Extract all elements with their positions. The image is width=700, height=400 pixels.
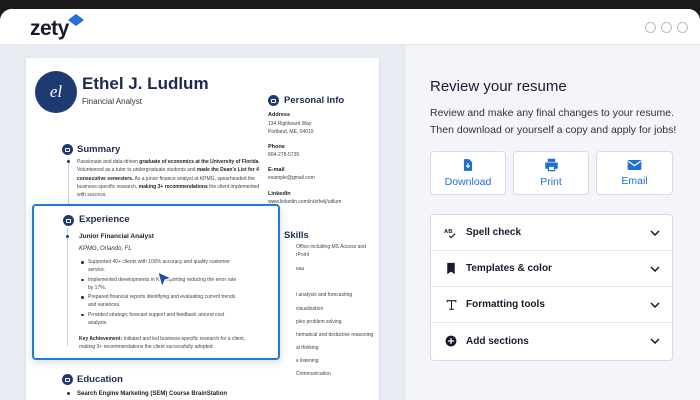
skill-item[interactable]: hematical and deductive reasoning — [296, 332, 373, 338]
window-dot-icon[interactable] — [661, 22, 672, 33]
education-item[interactable]: Search Engine Marketing (SEM) Course Bra… — [77, 391, 227, 397]
skill-item[interactable]: plex problem solving — [296, 319, 342, 325]
download-button[interactable]: Download — [430, 151, 506, 195]
skill-item[interactable]: rPoint — [296, 252, 309, 258]
chevron-down-icon — [650, 300, 660, 310]
accordion-formatting-tools[interactable]: Formatting tools — [431, 287, 672, 323]
email-button[interactable]: Email — [596, 151, 673, 195]
experience-bullets: Supported 40+ clients with 100% accuracy… — [80, 258, 240, 328]
experience-bullet[interactable]: Provided strategic forecast support and … — [80, 311, 240, 328]
education-heading[interactable]: Education — [77, 374, 123, 385]
chevron-down-icon — [650, 228, 660, 238]
email-label: Email — [621, 175, 648, 187]
logo-text: zety — [30, 17, 69, 40]
phone-value[interactable]: 804-278-5735 — [268, 152, 299, 160]
monogram-initials: el — [49, 82, 63, 101]
summary-section-icon — [62, 144, 73, 155]
top-bar: zety — [0, 9, 700, 45]
skill-item[interactable]: l analysis and forecasting — [296, 292, 352, 298]
accordion-label: Templates & color — [466, 263, 552, 274]
experience-company[interactable]: KPMG, Orlando, FL — [79, 246, 132, 252]
skill-item[interactable]: e listening — [296, 358, 319, 364]
experience-achievement[interactable]: Key Achievement: Initiated and led busin… — [79, 335, 249, 351]
print-label: Print — [540, 176, 562, 188]
personal-info-section-icon — [268, 95, 279, 106]
print-icon — [544, 158, 558, 172]
linkedin-label: LinkedIn — [268, 191, 291, 197]
format-icon — [444, 298, 458, 312]
bookmark-icon — [444, 262, 458, 276]
accordion-spell-check[interactable]: AB Spell check — [431, 215, 672, 251]
skill-item[interactable]: Office including MS Access and — [296, 244, 366, 250]
skill-item[interactable]: visualization — [296, 306, 323, 312]
experience-heading[interactable]: Experience — [79, 214, 130, 225]
print-button[interactable]: Print — [513, 151, 589, 195]
window-controls — [645, 22, 688, 33]
achievement-label: Key Achievement: — [79, 336, 123, 342]
logo-cube-icon — [67, 13, 84, 27]
summary-heading[interactable]: Summary — [77, 144, 120, 155]
plus-circle-icon — [444, 334, 458, 348]
summary-run: Passionate and data-driven — [77, 159, 140, 165]
svg-text:AB: AB — [444, 229, 452, 235]
accordion-label: Add sections — [466, 335, 529, 347]
app-window: zety el Ethel J. Ludlum Financial Analys… — [0, 9, 700, 400]
zety-logo[interactable]: zety — [30, 13, 84, 41]
experience-timeline — [67, 228, 68, 346]
review-title: Review your resume — [430, 78, 567, 95]
experience-job-title[interactable]: Junior Financial Analyst — [79, 233, 154, 240]
email-label: E-mail — [268, 167, 285, 173]
skills-heading[interactable]: Skills — [284, 230, 309, 241]
address-line-1[interactable]: 134 Rightward Way — [268, 121, 311, 129]
spell-check-icon: AB — [444, 226, 458, 240]
skill-item[interactable]: eau — [296, 266, 304, 272]
window-dot-icon[interactable] — [645, 22, 656, 33]
email-value[interactable]: example@gmail.com — [268, 175, 315, 183]
personal-info-heading[interactable]: Personal Info — [284, 95, 344, 106]
accordion-label: Formatting tools — [466, 299, 545, 310]
chevron-down-icon — [650, 264, 660, 274]
accordion-add-sections[interactable]: Add sections — [431, 323, 672, 359]
education-section-icon — [62, 374, 73, 385]
summary-emphasis: graduate of economics at the University … — [139, 159, 259, 165]
phone-label: Phone — [268, 144, 285, 150]
download-label: Download — [444, 176, 492, 188]
chevron-down-icon — [650, 336, 660, 346]
timeline-dot — [66, 235, 69, 238]
address-label: Address — [268, 112, 291, 118]
download-icon — [463, 159, 473, 171]
review-panel: Review your resume Review and make any f… — [406, 45, 700, 400]
timeline-dot — [67, 160, 70, 163]
resume-monogram: el — [35, 71, 77, 113]
timeline-dot — [67, 392, 70, 395]
address-line-2[interactable]: Portland, ME, 04019 — [268, 129, 314, 137]
summary-text[interactable]: Passionate and data-driven graduate of e… — [77, 158, 262, 199]
summary-emphasis: making 3+ recommendations — [138, 183, 208, 190]
review-description: Review and make any final changes to you… — [430, 107, 677, 136]
experience-section-selected[interactable]: Experience Junior Financial Analyst KPMG… — [32, 204, 280, 360]
experience-section-icon — [63, 215, 74, 226]
resume-job-title[interactable]: Financial Analyst — [82, 97, 142, 106]
email-icon — [627, 160, 642, 170]
tools-accordion: AB Spell check Templates & color Formatt… — [430, 214, 673, 361]
resume-name[interactable]: Ethel J. Ludlum — [82, 74, 209, 94]
accordion-templates-color[interactable]: Templates & color — [431, 251, 672, 287]
experience-bullet[interactable]: Prepared financial reports identifying a… — [80, 293, 240, 310]
accordion-label: Spell check — [466, 227, 522, 238]
window-dot-icon[interactable] — [677, 22, 688, 33]
skill-item[interactable]: al thinking — [296, 345, 319, 351]
skill-item[interactable]: Communication — [296, 371, 331, 377]
summary-timeline — [68, 158, 69, 204]
